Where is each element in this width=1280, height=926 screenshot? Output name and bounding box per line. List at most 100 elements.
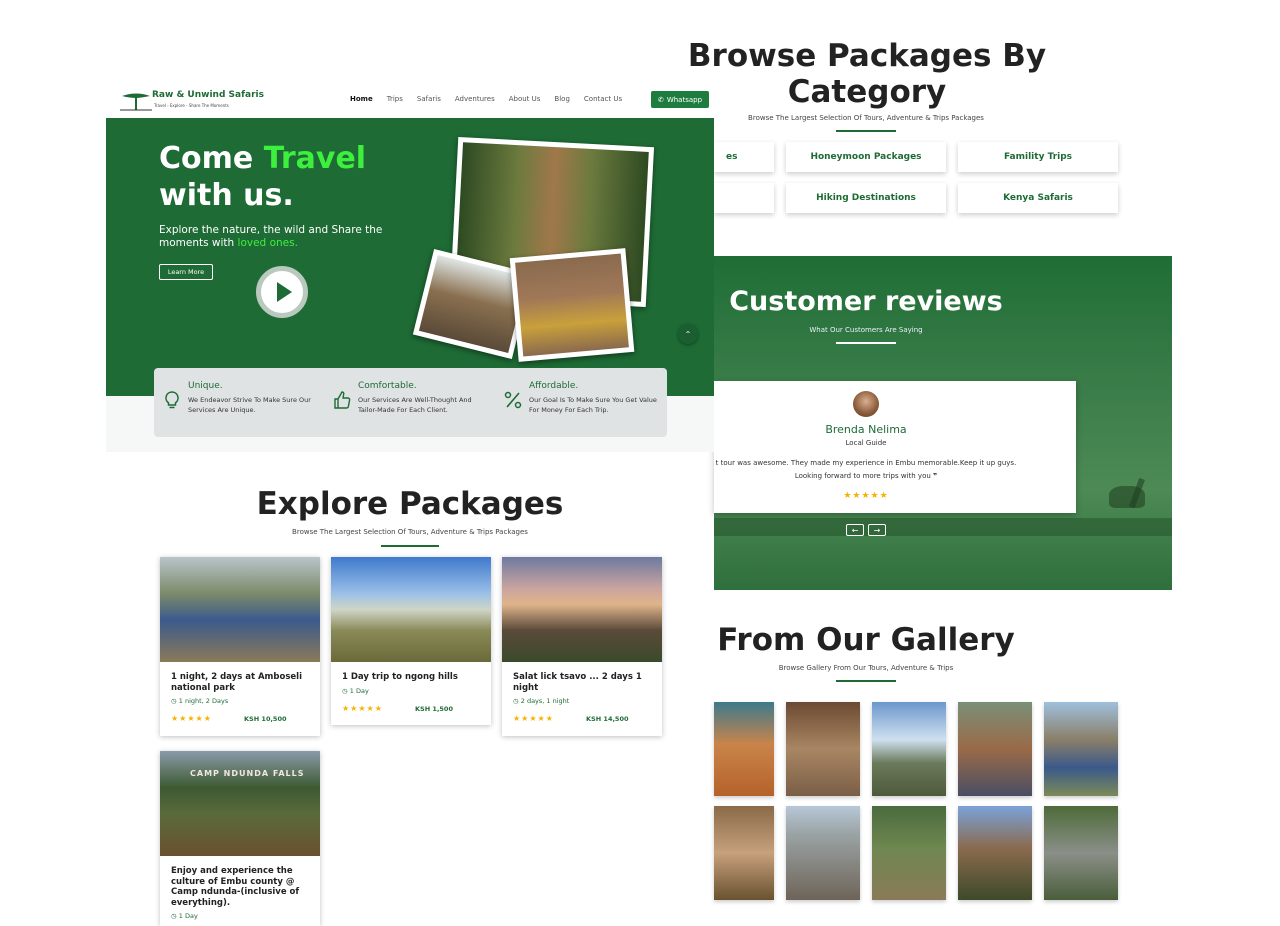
hero-title-highlight: Travel bbox=[263, 141, 367, 176]
package-stars: ★★★★★ bbox=[513, 714, 554, 723]
gallery-subtitle: Browse Gallery From Our Tours, Adventure… bbox=[778, 664, 954, 672]
lightbulb-icon bbox=[162, 390, 182, 410]
package-image: CAMP NDUNDA FALLS bbox=[160, 751, 320, 856]
package-title: Salat lick tsavo ... 2 days 1 night bbox=[513, 672, 642, 693]
feature-title: Comfortable. bbox=[358, 381, 417, 391]
thumbs-up-icon bbox=[332, 390, 352, 410]
hero-title-post: with us. bbox=[159, 178, 294, 213]
clock-icon: ◷ bbox=[513, 697, 521, 705]
category-label: Hiking Destinations bbox=[816, 193, 916, 203]
category-partial-2[interactable] bbox=[714, 183, 774, 213]
review-text: t tour was awesome. They made my experie… bbox=[714, 457, 1018, 483]
hero-title-pre: Come bbox=[159, 141, 264, 176]
category-label: es bbox=[726, 152, 738, 162]
category-partial[interactable]: es bbox=[714, 142, 774, 172]
package-duration: ◷ 1 Day bbox=[171, 912, 198, 920]
hero-title: Come Travel with us. bbox=[159, 140, 366, 214]
feature-text: We Endeavor Strive To Make Sure Our Serv… bbox=[188, 396, 311, 414]
camp-sign-text: CAMP NDUNDA FALLS bbox=[190, 769, 305, 778]
category-family[interactable]: Famility Trips bbox=[958, 142, 1118, 172]
whatsapp-icon: ✆ bbox=[657, 95, 664, 104]
package-price: KSH 1,500 bbox=[415, 705, 453, 713]
hero-desc-highlight: loved ones. bbox=[237, 237, 298, 249]
gallery-image[interactable] bbox=[714, 806, 774, 900]
browse-subtitle: Browse The Largest Selection Of Tours, A… bbox=[748, 114, 984, 122]
grass-band bbox=[714, 518, 1172, 536]
gallery-image[interactable] bbox=[958, 806, 1032, 900]
package-duration: ◷ 1 night, 2 Days bbox=[171, 697, 228, 705]
package-stars: ★★★★★ bbox=[171, 714, 212, 723]
package-image bbox=[502, 557, 662, 662]
review-card: Brenda Nelima Local Guide t tour was awe… bbox=[714, 381, 1076, 513]
category-label: Honeymoon Packages bbox=[810, 152, 922, 162]
learn-more-button[interactable]: Learn More bbox=[159, 264, 213, 280]
page: { "site": { "logo": {"name": "Raw & Unwi… bbox=[0, 0, 1280, 926]
gallery-image[interactable] bbox=[786, 806, 860, 900]
package-duration: ◷ 2 days, 1 night bbox=[513, 697, 569, 705]
gallery-image[interactable] bbox=[872, 806, 946, 900]
website-screenshot: Raw & Unwind Safaris Travel - Explore - … bbox=[106, 82, 714, 452]
package-card[interactable]: 1 night, 2 days at Amboseli national par… bbox=[160, 557, 320, 736]
nav-adventures[interactable]: Adventures bbox=[455, 95, 495, 103]
reviews-underline bbox=[836, 342, 896, 344]
percent-icon bbox=[503, 390, 523, 410]
nav-safaris[interactable]: Safaris bbox=[417, 95, 441, 103]
category-kenya-safaris[interactable]: Kenya Safaris bbox=[958, 183, 1118, 213]
feature-text: Our Services Are Well-Thought And Tailor… bbox=[358, 396, 472, 414]
reviews-subtitle: What Our Customers Are Saying bbox=[809, 326, 923, 334]
category-honeymoon[interactable]: Honeymoon Packages bbox=[786, 142, 946, 172]
clock-icon: ◷ bbox=[171, 912, 179, 920]
package-title: 1 Day trip to ngong hills bbox=[342, 672, 458, 682]
gallery-image[interactable] bbox=[872, 702, 946, 796]
logo-text: Raw & Unwind Safaris bbox=[152, 90, 264, 100]
site-logo[interactable]: Raw & Unwind Safaris Travel - Explore - … bbox=[120, 88, 264, 112]
play-video-button[interactable] bbox=[256, 266, 308, 318]
duration-text: 1 Day bbox=[349, 687, 369, 695]
package-card[interactable]: Salat lick tsavo ... 2 days 1 night ◷ 2 … bbox=[502, 557, 662, 736]
explore-underline bbox=[381, 545, 439, 547]
feature-title: Unique. bbox=[188, 381, 223, 391]
whatsapp-button[interactable]: ✆ Whatsapp bbox=[651, 91, 709, 108]
scroll-top-button[interactable]: ⌃ bbox=[678, 324, 698, 344]
category-hiking[interactable]: Hiking Destinations bbox=[786, 183, 946, 213]
reviewer-name: Brenda Nelima bbox=[825, 423, 907, 436]
clock-icon: ◷ bbox=[171, 697, 179, 705]
reviewer-role: Local Guide bbox=[845, 439, 887, 447]
acacia-tree-icon bbox=[120, 93, 152, 111]
package-card[interactable]: 1 Day trip to ngong hills ◷ 1 Day ★★★★★ … bbox=[331, 557, 491, 725]
gallery-image[interactable] bbox=[1044, 702, 1118, 796]
feature-title: Affordable. bbox=[529, 381, 579, 391]
package-card[interactable]: CAMP NDUNDA FALLS Enjoy and experience t… bbox=[160, 751, 320, 926]
explore-title: Explore Packages bbox=[256, 486, 564, 522]
duration-text: 1 night, 2 Days bbox=[178, 697, 229, 705]
main-nav: Home Trips Safaris Adventures About Us B… bbox=[350, 95, 636, 103]
quote-icon: ❞ bbox=[933, 472, 938, 480]
gallery-image[interactable] bbox=[1044, 806, 1118, 900]
nav-trips[interactable]: Trips bbox=[387, 95, 403, 103]
clock-icon: ◷ bbox=[342, 687, 350, 695]
gallery-image[interactable] bbox=[714, 702, 774, 796]
nav-about-us[interactable]: About Us bbox=[509, 95, 541, 103]
whatsapp-label: Whatsapp bbox=[666, 95, 703, 104]
gallery-image[interactable] bbox=[786, 702, 860, 796]
nav-home[interactable]: Home bbox=[350, 95, 373, 103]
logo-tagline: Travel - Explore - Share The Moments bbox=[154, 103, 229, 108]
reviewer-avatar bbox=[853, 391, 879, 417]
browse-underline bbox=[836, 130, 896, 132]
right-composite: Browse Packages By Category Browse The L… bbox=[688, 0, 1280, 926]
review-body: t tour was awesome. They made my experie… bbox=[715, 459, 1017, 480]
nav-contact-us[interactable]: Contact Us bbox=[584, 95, 622, 103]
review-next-button[interactable]: → bbox=[868, 524, 886, 536]
play-icon bbox=[276, 282, 292, 302]
gallery-image[interactable] bbox=[958, 702, 1032, 796]
review-prev-button[interactable]: ← bbox=[846, 524, 864, 536]
gallery-title: From Our Gallery bbox=[717, 622, 1015, 658]
features-bar: Unique. We Endeavor Strive To Make Sure … bbox=[154, 368, 667, 437]
reviews-title: Customer reviews bbox=[729, 286, 1003, 317]
feature-text: Our Goal Is To Make Sure You Get Value F… bbox=[529, 396, 657, 414]
gallery-underline bbox=[836, 680, 896, 682]
nav-blog[interactable]: Blog bbox=[554, 95, 569, 103]
package-stars: ★★★★★ bbox=[342, 704, 383, 713]
package-title: Enjoy and experience the culture of Embu… bbox=[171, 866, 300, 908]
hero-section: Come Travel with us. Explore the nature,… bbox=[106, 118, 714, 396]
